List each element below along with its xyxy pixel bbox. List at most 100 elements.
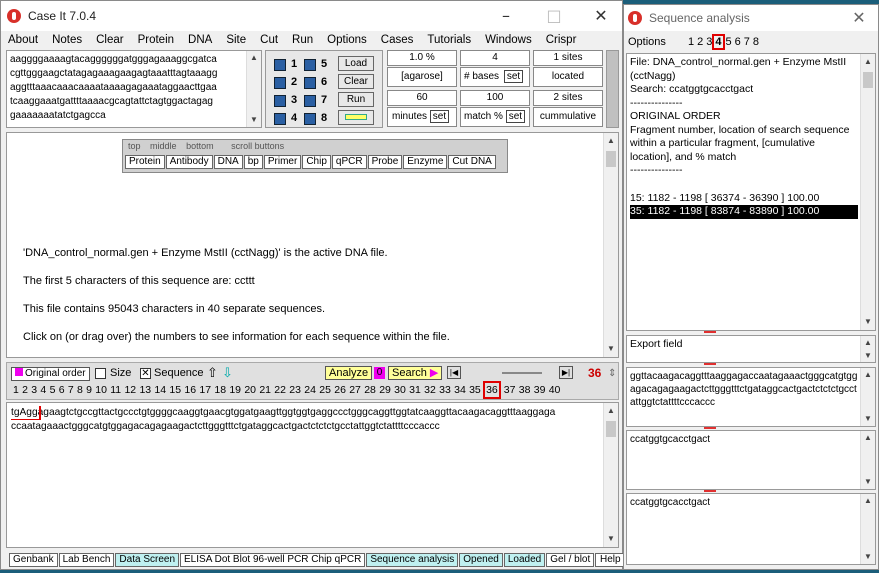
seq-num[interactable]: 24 bbox=[304, 384, 316, 396]
tab-probe[interactable]: Probe bbox=[367, 155, 403, 169]
scroll-arrows-icon[interactable]: ⇕ bbox=[608, 369, 616, 379]
seq-num[interactable]: 39 bbox=[534, 384, 546, 396]
menu-cut[interactable]: Cut bbox=[253, 34, 285, 46]
tab-chip[interactable]: Chip bbox=[302, 155, 331, 169]
tab-dna[interactable]: DNA bbox=[213, 155, 243, 169]
seq-num[interactable]: 4 bbox=[40, 384, 46, 396]
menu-crispr[interactable]: Crispr bbox=[539, 34, 584, 46]
menu-protein[interactable]: Protein bbox=[131, 34, 181, 46]
menu-dna[interactable]: DNA bbox=[181, 34, 219, 46]
results-scrollbar[interactable]: ▲ ▼ bbox=[860, 54, 875, 330]
match-set-button[interactable]: set bbox=[505, 110, 526, 123]
divider-handle[interactable] bbox=[704, 427, 716, 429]
tab-bp[interactable]: bp bbox=[243, 155, 263, 169]
seq-num[interactable]: 12 bbox=[124, 384, 136, 396]
menu-notes[interactable]: Notes bbox=[45, 34, 89, 46]
seq-num-selected[interactable]: 36 bbox=[483, 381, 501, 399]
seq-num[interactable]: 18 bbox=[214, 384, 226, 396]
export-label-scrollbar[interactable]: ▲ ▼ bbox=[860, 336, 875, 362]
seq-num[interactable]: 35 bbox=[469, 384, 481, 396]
seq-num[interactable]: 38 bbox=[519, 384, 531, 396]
menu-cases[interactable]: Cases bbox=[374, 34, 421, 46]
sequence-checkbox[interactable]: ✕ bbox=[140, 368, 151, 379]
tab-primer[interactable]: Primer bbox=[263, 155, 302, 169]
seq-num[interactable]: 5 bbox=[50, 384, 56, 396]
field2-scrollbar[interactable]: ▲ ▼ bbox=[860, 494, 875, 564]
seq-num[interactable]: 2 bbox=[22, 384, 28, 396]
agarose-value[interactable]: 1.0 % bbox=[387, 50, 457, 66]
menu-options[interactable]: Options bbox=[320, 34, 374, 46]
seq-num[interactable]: 30 bbox=[394, 384, 406, 396]
seq-num[interactable]: 31 bbox=[409, 384, 421, 396]
seq-num[interactable]: 11 bbox=[110, 384, 121, 396]
option-5[interactable]: 5 bbox=[726, 36, 732, 48]
menu-clear[interactable]: Clear bbox=[89, 34, 130, 46]
tab-lab-bench[interactable]: Lab Bench bbox=[58, 553, 115, 567]
seq-num[interactable]: 10 bbox=[95, 384, 107, 396]
menu-windows[interactable]: Windows bbox=[478, 34, 539, 46]
seq-num[interactable]: 13 bbox=[139, 384, 151, 396]
option-1[interactable]: 1 bbox=[688, 36, 694, 48]
tab-elisa-group[interactable]: ELISA Dot Blot 96-well PCR Chip qPCR bbox=[180, 553, 366, 567]
minimize-button[interactable]: – bbox=[483, 1, 529, 31]
seq-num[interactable]: 3 bbox=[31, 384, 37, 396]
minutes-value[interactable]: 60 bbox=[387, 90, 457, 106]
preview-scrollbar[interactable]: ▲ ▼ bbox=[246, 51, 261, 127]
seq-num[interactable]: 16 bbox=[184, 384, 196, 396]
bases-value[interactable]: 4 bbox=[460, 50, 530, 66]
seq-num[interactable]: 19 bbox=[229, 384, 241, 396]
seq-num[interactable]: 7 bbox=[68, 384, 74, 396]
tab-antibody[interactable]: Antibody bbox=[165, 155, 213, 169]
settings-scrollbar[interactable] bbox=[606, 50, 619, 128]
tab-enzyme[interactable]: Enzyme bbox=[403, 155, 448, 169]
tab-sequence-analysis[interactable]: Sequence analysis bbox=[366, 553, 459, 567]
option-8[interactable]: 8 bbox=[753, 36, 759, 48]
divider-handle[interactable] bbox=[704, 363, 716, 365]
seq-num[interactable]: 27 bbox=[349, 384, 361, 396]
seq-num[interactable]: 26 bbox=[334, 384, 346, 396]
lane-7-checkbox[interactable] bbox=[304, 95, 316, 107]
option-7[interactable]: 7 bbox=[744, 36, 750, 48]
close-button[interactable]: ✕ bbox=[578, 1, 624, 31]
lane-5-checkbox[interactable] bbox=[304, 59, 316, 71]
arrow-up-icon[interactable]: ⇧ bbox=[207, 365, 218, 381]
dna-scrollbar[interactable]: ▲ ▼ bbox=[603, 403, 618, 547]
seq-num[interactable]: 32 bbox=[424, 384, 436, 396]
clear-button[interactable]: Clear bbox=[338, 74, 374, 89]
size-checkbox[interactable] bbox=[95, 368, 106, 379]
first-icon[interactable]: |◀ bbox=[447, 366, 461, 379]
seq-num[interactable]: 1 bbox=[13, 384, 19, 396]
maximize-button[interactable]: □ bbox=[531, 1, 577, 31]
tab-scroll-buttons[interactable]: scroll buttons bbox=[228, 141, 287, 151]
seq-num[interactable]: 28 bbox=[364, 384, 376, 396]
match-value[interactable]: 100 bbox=[460, 90, 530, 106]
option-3[interactable]: 3 bbox=[706, 36, 712, 48]
tab-loaded[interactable]: Loaded bbox=[503, 553, 546, 567]
seq-num[interactable]: 22 bbox=[274, 384, 286, 396]
menu-site[interactable]: Site bbox=[219, 34, 253, 46]
lane-4-checkbox[interactable] bbox=[274, 113, 286, 125]
tab-protein[interactable]: Protein bbox=[125, 155, 165, 169]
seq-num[interactable]: 15 bbox=[169, 384, 181, 396]
result-row[interactable]: 15: 1182 - 1198 [ 36374 - 36390 ] 100.00 bbox=[630, 192, 872, 206]
tab-gel-blot[interactable]: Gel / blot bbox=[546, 553, 595, 567]
original-order-button[interactable]: Original order bbox=[11, 367, 90, 381]
field1-scrollbar[interactable]: ▲ ▼ bbox=[860, 431, 875, 489]
lane-1-checkbox[interactable] bbox=[274, 59, 286, 71]
tab-bottom[interactable]: bottom bbox=[183, 141, 217, 151]
seq-num[interactable]: 14 bbox=[154, 384, 166, 396]
tab-middle[interactable]: middle bbox=[147, 141, 180, 151]
gel-preview-button[interactable] bbox=[338, 110, 374, 125]
seq-num[interactable]: 37 bbox=[504, 384, 516, 396]
tab-genbank[interactable]: Genbank bbox=[9, 553, 58, 567]
seq-num[interactable]: 34 bbox=[454, 384, 466, 396]
data-screen-scrollbar[interactable]: ▲ ▼ bbox=[603, 133, 618, 357]
run-button[interactable]: Run bbox=[338, 92, 374, 107]
seq-num[interactable]: 33 bbox=[439, 384, 451, 396]
result-row-selected[interactable]: 35: 1182 - 1198 [ 83874 - 83890 ] 100.00 bbox=[630, 205, 858, 219]
seq-num[interactable]: 40 bbox=[549, 384, 561, 396]
seq-num[interactable]: 25 bbox=[319, 384, 331, 396]
arrow-down-icon[interactable]: ⇩ bbox=[222, 365, 233, 381]
option-6[interactable]: 6 bbox=[735, 36, 741, 48]
menu-tutorials[interactable]: Tutorials bbox=[420, 34, 478, 46]
